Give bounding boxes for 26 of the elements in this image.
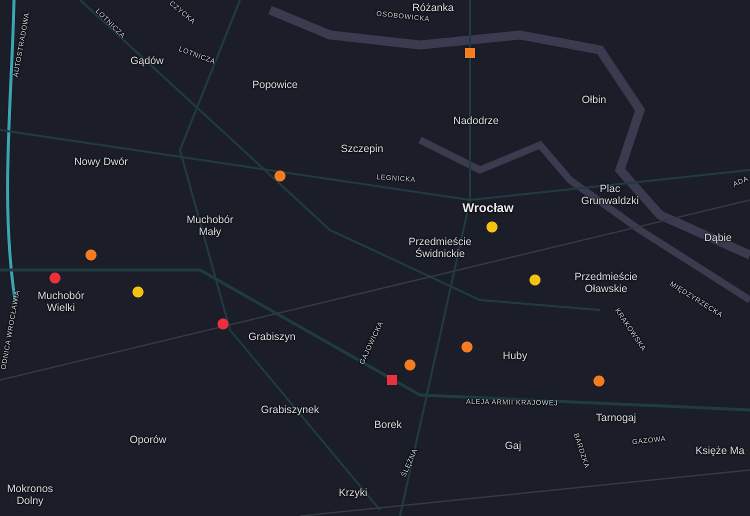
district-label: Nadodrze bbox=[453, 114, 499, 128]
district-label: Różanka bbox=[412, 2, 454, 14]
district-label: Gaj bbox=[504, 440, 522, 452]
district-label: Tarnogaj bbox=[596, 412, 636, 424]
district-label: Ołbin bbox=[582, 94, 606, 106]
district-label: Borek bbox=[374, 418, 402, 432]
square-marker[interactable] bbox=[387, 375, 397, 385]
square-marker[interactable] bbox=[465, 48, 475, 58]
district-label: Księże Ma bbox=[695, 444, 745, 458]
district-label: Muchobór Wielki bbox=[36, 290, 86, 314]
district-label: Przedmieście Oławskie bbox=[573, 270, 639, 296]
district-label: Popowice bbox=[252, 78, 298, 92]
district-label: Huby bbox=[502, 350, 528, 362]
district-label: Plac Grunwaldzki bbox=[580, 182, 640, 208]
district-label: Grabiszyn bbox=[248, 330, 296, 344]
district-label: Krzyki bbox=[338, 486, 368, 500]
district-label: Oporów bbox=[130, 434, 166, 446]
city-label: Wrocław bbox=[462, 200, 514, 216]
district-label: Szczepin bbox=[340, 142, 384, 156]
district-label: Gądów bbox=[130, 54, 164, 68]
district-label: Grabiszynek bbox=[260, 404, 320, 416]
district-label: Nowy Dwór bbox=[74, 156, 128, 168]
district-label: Mokronos Dolny bbox=[6, 482, 54, 508]
district-label: Dąbie bbox=[704, 232, 732, 244]
district-label: Przedmieście Świdnickie bbox=[407, 236, 473, 260]
district-label: Muchobór Mały bbox=[186, 214, 234, 238]
